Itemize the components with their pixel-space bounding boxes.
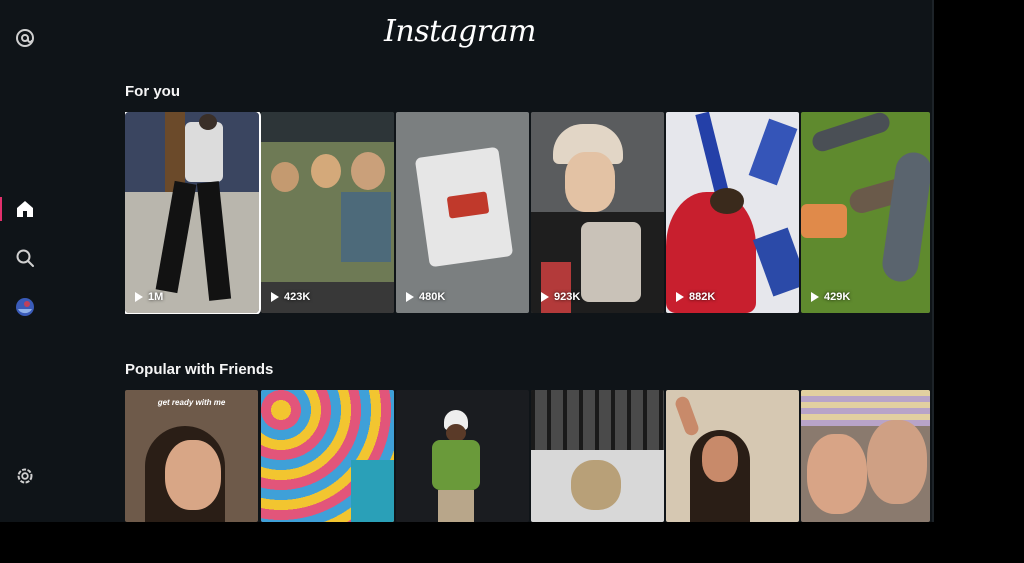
settings-icon[interactable] bbox=[12, 463, 38, 489]
instagram-logo: Instagram bbox=[384, 14, 536, 49]
reel-tile[interactable]: get ready with me bbox=[125, 390, 258, 522]
play-icon bbox=[676, 292, 684, 302]
play-icon bbox=[811, 292, 819, 302]
home-icon[interactable] bbox=[12, 196, 38, 222]
view-count: 429K bbox=[811, 291, 850, 303]
view-count-label: 423K bbox=[284, 291, 311, 303]
view-count: 882K bbox=[676, 291, 715, 303]
section-title-popular-with-friends: Popular with Friends bbox=[125, 361, 274, 378]
view-count: 923K bbox=[541, 291, 580, 303]
view-count-label: 1M bbox=[148, 291, 164, 303]
reel-tile[interactable] bbox=[261, 390, 394, 522]
threads-icon[interactable] bbox=[12, 25, 38, 51]
view-count: 423K bbox=[271, 291, 310, 303]
reel-tile[interactable] bbox=[801, 390, 930, 522]
view-count-label: 923K bbox=[554, 291, 581, 303]
reel-tile[interactable] bbox=[531, 390, 664, 522]
active-indicator bbox=[0, 197, 2, 221]
for-you-row: 1M 423K 480K 923K 882K 429K bbox=[125, 112, 930, 314]
section-title-for-you: For you bbox=[125, 83, 180, 100]
reel-tile[interactable]: 480K bbox=[396, 112, 529, 313]
reel-tile[interactable] bbox=[666, 390, 799, 522]
sidebar bbox=[0, 0, 50, 522]
view-count-label: 429K bbox=[824, 291, 851, 303]
screen-edge bbox=[932, 0, 934, 522]
play-icon bbox=[541, 292, 549, 302]
play-icon bbox=[135, 292, 143, 302]
reel-tile[interactable]: 882K bbox=[666, 112, 799, 313]
reel-tile[interactable]: 1M bbox=[125, 112, 261, 314]
view-count-label: 480K bbox=[419, 291, 446, 303]
reel-caption: get ready with me bbox=[157, 398, 226, 407]
reel-tile[interactable]: 923K bbox=[531, 112, 664, 313]
view-count-label: 882K bbox=[689, 291, 716, 303]
search-icon[interactable] bbox=[12, 245, 38, 271]
view-count: 1M bbox=[135, 291, 163, 303]
reel-tile[interactable]: 423K bbox=[261, 112, 394, 313]
profile-avatar-icon[interactable] bbox=[12, 294, 38, 320]
reel-tile[interactable]: 429K bbox=[801, 112, 930, 313]
tv-screen: Instagram For you 1M 423K 480K 923K 882K… bbox=[0, 0, 932, 522]
popular-with-friends-row: get ready with me bbox=[125, 390, 930, 522]
view-count: 480K bbox=[406, 291, 445, 303]
play-icon bbox=[406, 292, 414, 302]
play-icon bbox=[271, 292, 279, 302]
reel-tile[interactable] bbox=[396, 390, 529, 522]
